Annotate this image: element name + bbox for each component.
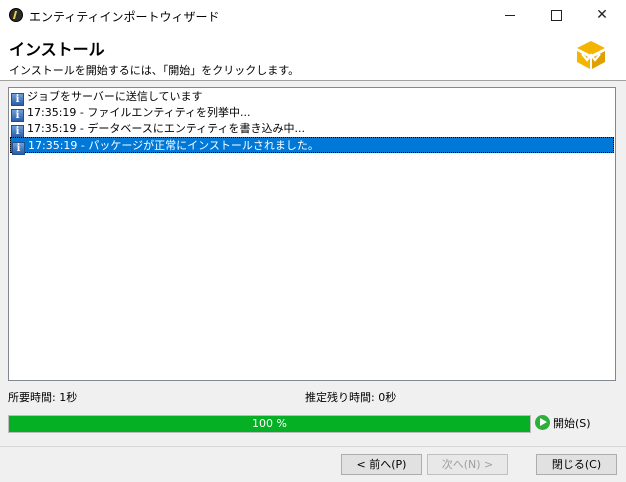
start-label: 開始(S)	[553, 417, 591, 430]
close-icon: ✕	[596, 7, 608, 23]
close-button[interactable]: 閉じる(C)	[536, 454, 617, 475]
minimize-button[interactable]	[487, 0, 533, 30]
package-box-icon	[577, 41, 605, 69]
back-button[interactable]: < 前へ(P)	[341, 454, 422, 475]
maximize-icon	[550, 9, 562, 21]
maximize-button[interactable]	[533, 0, 579, 30]
elapsed-time: 所要時間: 1秒	[8, 389, 77, 405]
window-title: エンティティインポートウィザード	[29, 10, 220, 24]
log-item-selected[interactable]: i 17:35:19 - パッケージが正常にインストールされました。	[10, 137, 614, 155]
elapsed-value: 1秒	[59, 391, 78, 404]
wizard-header: インストール インストールを開始するには、「開始」をクリックします。	[0, 30, 626, 81]
info-icon: i	[12, 142, 25, 155]
log-item[interactable]: i 17:35:19 - ファイルエンティティを列挙中...	[10, 105, 255, 122]
install-log-list[interactable]: i ジョブをサーバーに送信しています i 17:35:19 - ファイルエンティティ…	[8, 87, 616, 381]
log-item[interactable]: i 17:35:19 - データベースにエンティティを書き込み中...	[10, 121, 309, 138]
remaining-value: 0秒	[378, 391, 397, 404]
app-icon	[9, 8, 23, 22]
footer-divider	[0, 446, 626, 447]
play-icon	[535, 415, 550, 430]
log-item-text: ジョブをサーバーに送信しています	[27, 90, 203, 103]
start-button[interactable]: 開始(S)	[535, 415, 591, 433]
page-subtitle: インストールを開始するには、「開始」をクリックします。	[9, 64, 300, 77]
log-item[interactable]: i ジョブをサーバーに送信しています	[10, 89, 207, 106]
minimize-icon	[505, 14, 515, 16]
log-item-text: 17:35:19 - ファイルエンティティを列挙中...	[27, 106, 251, 119]
progress-text: 100 %	[252, 417, 287, 430]
close-window-button[interactable]: ✕	[579, 0, 625, 30]
elapsed-label: 所要時間:	[8, 391, 56, 404]
log-item-text: 17:35:19 - パッケージが正常にインストールされました。	[28, 139, 319, 152]
remaining-time: 推定残り時間: 0秒	[305, 389, 396, 405]
progress-bar: 100 %	[8, 415, 531, 433]
title-bar: エンティティインポートウィザード ✕	[0, 0, 626, 30]
remaining-label: 推定残り時間:	[305, 391, 375, 404]
log-item-text: 17:35:19 - データベースにエンティティを書き込み中...	[27, 122, 305, 135]
page-title: インストール	[9, 40, 105, 59]
next-button[interactable]: 次へ(N) >	[427, 454, 508, 475]
